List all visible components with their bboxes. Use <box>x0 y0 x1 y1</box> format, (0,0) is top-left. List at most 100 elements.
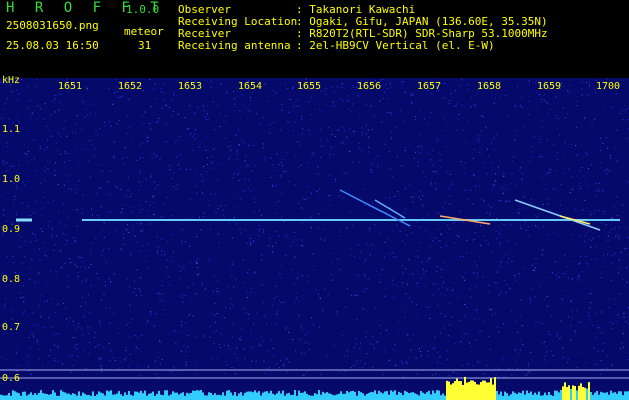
noise-speck <box>85 302 86 304</box>
histogram-bar <box>38 392 40 400</box>
noise-speck <box>140 152 142 154</box>
noise-speck <box>82 261 84 263</box>
noise-speck <box>198 322 200 324</box>
histogram-bar <box>548 392 550 400</box>
noise-speck <box>199 191 201 193</box>
histogram-bar <box>352 390 354 400</box>
histogram-bar <box>594 392 596 400</box>
noise-speck <box>150 223 152 225</box>
histogram-bar <box>464 376 466 400</box>
noise-speck <box>171 99 172 101</box>
noise-speck <box>620 252 622 254</box>
noise-speck <box>29 266 31 268</box>
noise-speck <box>77 295 79 297</box>
noise-speck <box>471 97 473 99</box>
histogram-bar <box>530 391 532 400</box>
noise-speck <box>384 242 386 243</box>
noise-speck <box>34 134 35 136</box>
noise-speck <box>392 203 394 205</box>
noise-speck <box>39 305 41 307</box>
noise-speck <box>166 259 168 261</box>
noise-speck <box>542 99 544 101</box>
noise-speck <box>280 175 282 177</box>
histogram-bar <box>34 393 36 400</box>
noise-speck <box>142 301 143 303</box>
noise-speck <box>612 106 614 108</box>
noise-speck <box>546 305 548 307</box>
noise-speck <box>197 267 199 268</box>
noise-speck <box>291 201 292 203</box>
noise-speck <box>511 172 513 174</box>
noise-speck <box>285 151 287 153</box>
noise-speck <box>272 245 274 247</box>
noise-speck <box>57 234 59 236</box>
noise-speck <box>268 245 270 247</box>
noise-speck <box>554 261 556 263</box>
histogram-bar <box>62 391 64 400</box>
noise-speck <box>595 182 597 184</box>
noise-speck <box>237 193 238 195</box>
noise-speck <box>604 170 606 172</box>
noise-speck <box>476 339 478 341</box>
noise-speck <box>359 257 361 259</box>
noise-speck <box>205 170 207 172</box>
noise-speck <box>278 164 280 166</box>
noise-speck <box>559 337 561 339</box>
noise-speck <box>159 297 161 299</box>
noise-speck <box>443 281 445 283</box>
noise-speck <box>518 275 520 277</box>
noise-speck <box>269 367 270 369</box>
noise-speck <box>70 262 72 263</box>
noise-speck <box>402 265 404 267</box>
noise-speck <box>594 195 596 197</box>
noise-speck <box>5 297 7 299</box>
histogram-bar <box>130 394 132 400</box>
noise-speck <box>583 240 585 242</box>
noise-speck <box>149 204 151 206</box>
noise-speck <box>195 260 197 262</box>
noise-speck <box>606 203 608 205</box>
noise-speck <box>441 286 443 288</box>
noise-speck <box>365 259 366 261</box>
noise-speck <box>308 161 310 163</box>
noise-speck <box>487 243 489 245</box>
noise-speck <box>119 223 121 225</box>
noise-speck <box>5 170 7 172</box>
noise-speck <box>614 298 616 300</box>
noise-speck <box>55 142 57 144</box>
noise-speck <box>611 364 613 366</box>
noise-speck <box>276 213 278 215</box>
noise-speck <box>146 321 148 323</box>
noise-speck <box>149 79 151 80</box>
y-tick-0-8: 0.8 <box>2 274 21 285</box>
noise-speck <box>389 83 391 85</box>
noise-speck <box>57 184 59 185</box>
noise-speck <box>221 224 223 226</box>
noise-speck <box>196 263 198 264</box>
noise-speck <box>108 212 110 213</box>
noise-speck <box>625 248 627 250</box>
noise-speck <box>234 373 236 375</box>
noise-speck <box>229 308 231 310</box>
noise-speck <box>562 357 564 359</box>
noise-speck <box>24 152 26 154</box>
noise-speck <box>439 334 441 336</box>
noise-speck <box>15 245 16 247</box>
noise-speck <box>477 135 479 137</box>
noise-speck <box>38 303 40 305</box>
noise-speck <box>201 180 203 182</box>
noise-speck <box>436 140 438 142</box>
histogram-bar <box>554 390 556 400</box>
noise-speck <box>366 331 368 332</box>
noise-speck <box>590 122 592 124</box>
noise-speck <box>508 200 510 202</box>
noise-speck <box>495 313 497 314</box>
noise-speck <box>586 82 588 84</box>
noise-speck <box>388 150 390 152</box>
noise-speck <box>576 310 577 311</box>
histogram-bar <box>164 390 166 400</box>
noise-speck <box>26 86 28 88</box>
noise-speck <box>484 235 485 237</box>
noise-speck <box>318 293 320 295</box>
histogram-bar <box>258 391 260 400</box>
